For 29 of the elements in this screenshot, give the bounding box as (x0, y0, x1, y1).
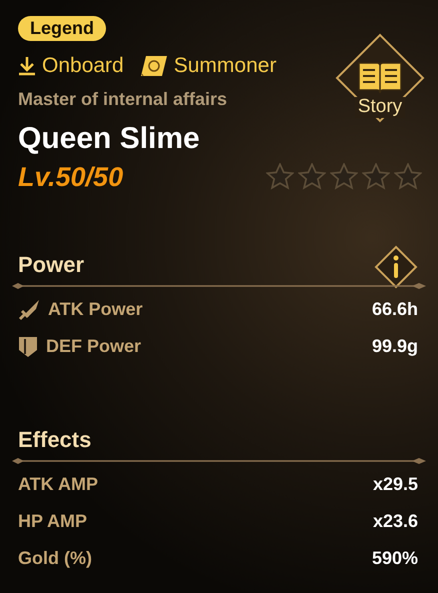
character-name: Queen Slime (18, 120, 201, 156)
stat-value: 99.9g (372, 335, 418, 358)
onboard-link[interactable]: Onboard (18, 50, 124, 82)
summoner-link[interactable]: Summoner (140, 50, 276, 82)
star-icon (394, 163, 422, 190)
stat-value: 66.6h (372, 298, 418, 321)
subtitle: Master of internal affairs (18, 88, 228, 110)
book-icon (140, 54, 168, 77)
section-title: Effects (18, 426, 92, 454)
stat-value: 590% (372, 547, 418, 570)
info-button[interactable] (374, 245, 418, 289)
stat-value: x29.5 (372, 473, 418, 496)
stat-label: ATK AMP (18, 473, 98, 496)
level-text: Lv.50/50 (18, 160, 124, 194)
stat-label: HP AMP (18, 510, 88, 533)
stat-label: ATK Power (48, 298, 143, 321)
star-icon (330, 163, 358, 190)
star-icon (298, 163, 326, 190)
stat-label: Gold (%) (18, 547, 92, 570)
rarity-badge: Legend (18, 16, 106, 42)
story-button[interactable]: Story (334, 32, 426, 124)
section-title: Power (18, 251, 84, 279)
shield-icon (18, 336, 38, 358)
stat-value: x23.6 (372, 510, 418, 533)
star-icon (362, 163, 390, 190)
download-icon (18, 56, 36, 76)
sword-icon (18, 298, 40, 320)
star-icon (266, 163, 294, 190)
stat-label: DEF Power (46, 335, 142, 358)
